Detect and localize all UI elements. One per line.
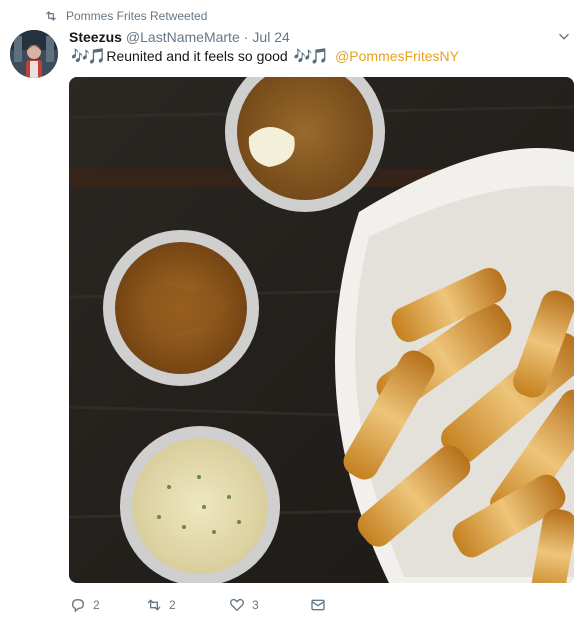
tweet-actions: 2 2 3 xyxy=(70,596,326,614)
retweet-button[interactable]: 2 xyxy=(146,597,229,613)
retweet-banner-text: Pommes Frites Retweeted xyxy=(66,9,208,23)
chevron-down-icon[interactable] xyxy=(557,30,571,44)
heart-icon xyxy=(230,598,244,612)
retweet-icon xyxy=(147,599,161,611)
tweet-card[interactable]: Pommes Frites Retweeted Steezus @LastNam… xyxy=(0,0,585,617)
timestamp[interactable]: Jul 24 xyxy=(252,29,289,45)
music-notes-icon: 🎶🎵 xyxy=(71,48,106,65)
author-handle[interactable]: @LastNameMarte xyxy=(126,29,240,45)
avatar-image xyxy=(10,30,58,78)
fries-photo xyxy=(69,77,574,583)
direct-message-button[interactable] xyxy=(310,597,326,613)
avatar[interactable] xyxy=(10,30,58,78)
tweet-body: Reunited and it feels so good xyxy=(106,48,288,64)
author-name[interactable]: Steezus xyxy=(69,29,122,45)
reply-button[interactable]: 2 xyxy=(70,597,146,613)
retweet-count: 2 xyxy=(169,598,176,612)
tweet-text: 🎶🎵 Reunited and it feels so good 🎶🎵 @Pom… xyxy=(69,46,459,66)
reply-count: 2 xyxy=(93,598,100,612)
separator: · xyxy=(243,29,249,45)
envelope-icon xyxy=(311,599,325,611)
mention-link[interactable]: @PommesFritesNY xyxy=(335,48,459,64)
like-button[interactable]: 3 xyxy=(229,597,310,613)
retweet-banner: Pommes Frites Retweeted xyxy=(44,9,207,23)
reply-icon xyxy=(71,598,85,613)
retweet-icon xyxy=(45,11,57,21)
tweet-header: Steezus @LastNameMarte · Jul 24 xyxy=(69,28,290,46)
like-count: 3 xyxy=(252,598,259,612)
tweet-photo[interactable] xyxy=(69,77,574,583)
music-notes-icon: 🎶🎵 xyxy=(293,48,329,65)
